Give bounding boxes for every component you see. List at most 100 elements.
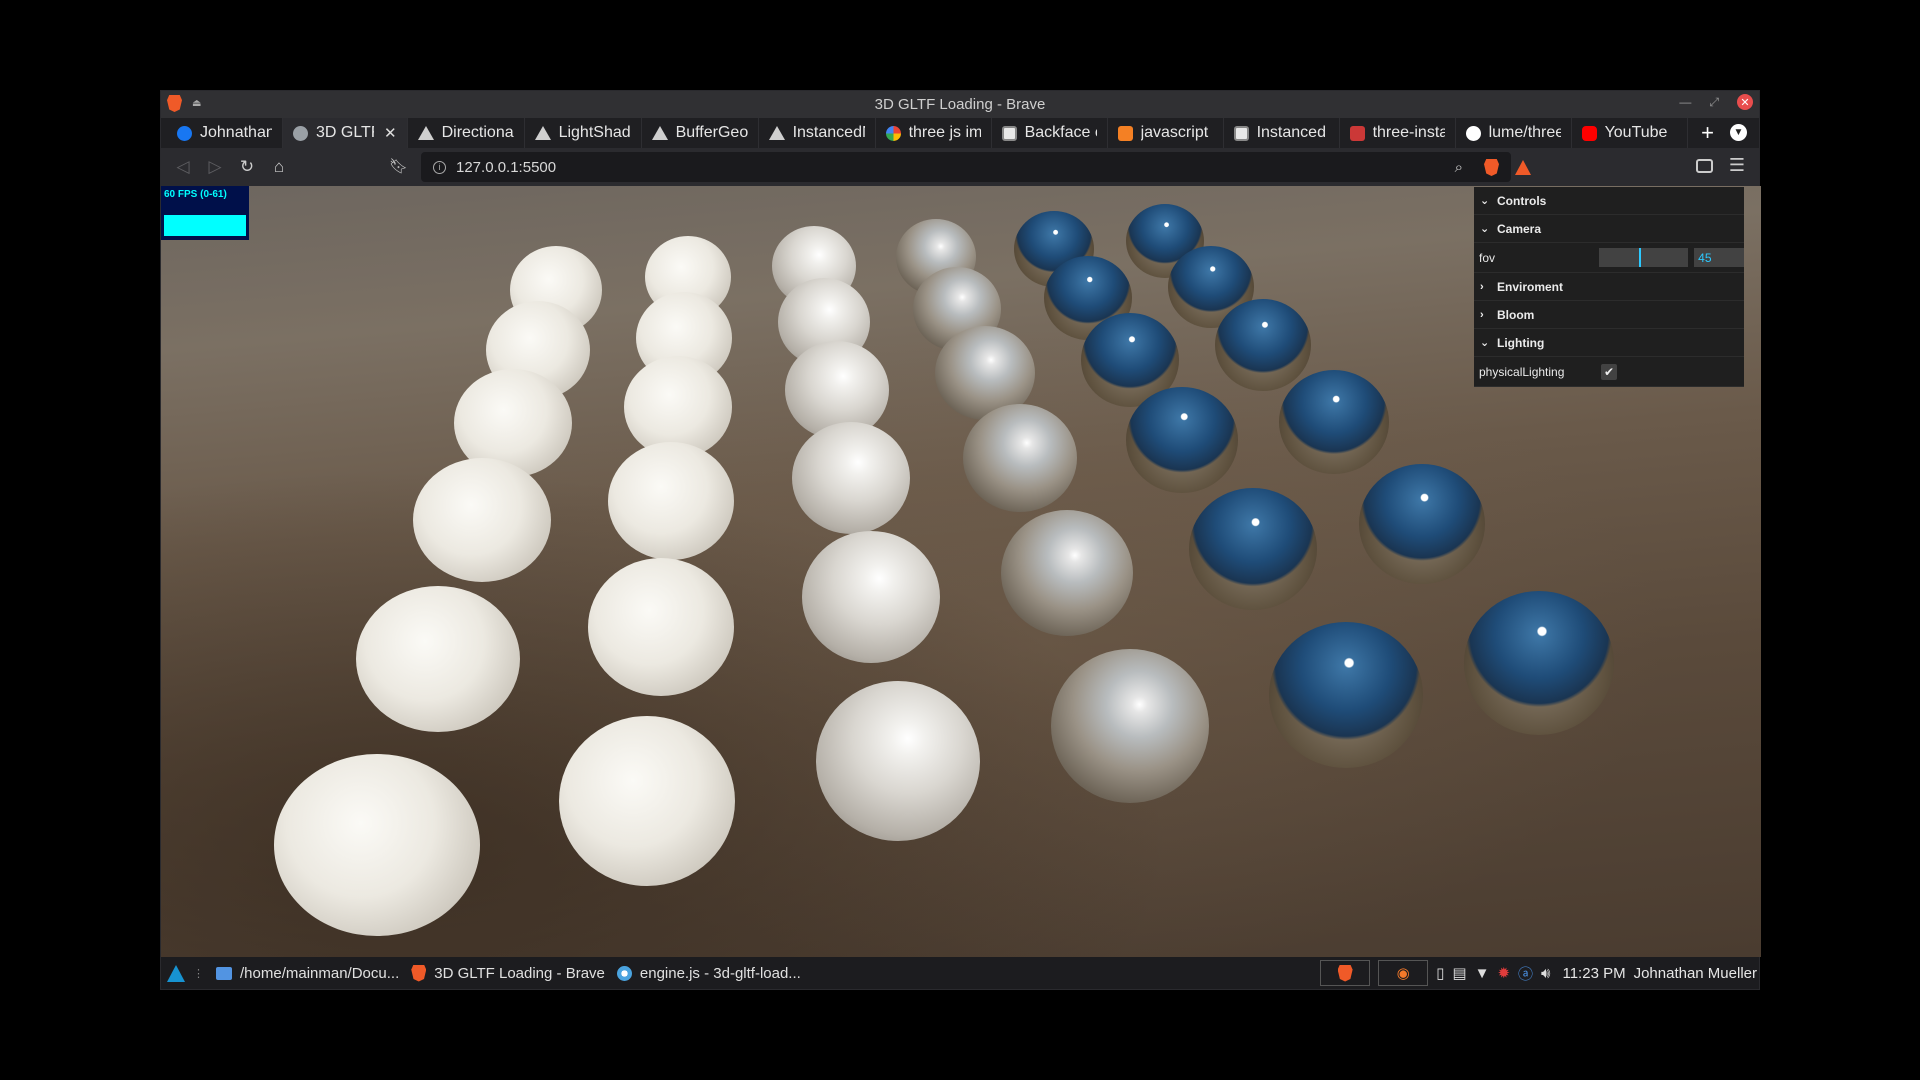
wallet-icon[interactable] bbox=[1696, 159, 1713, 173]
tab-label: InstancedN bbox=[792, 124, 865, 141]
updates-icon[interactable]: ⓐ bbox=[1518, 963, 1533, 984]
stackoverflow-icon bbox=[1117, 125, 1133, 141]
taskbar-item-files[interactable]: /home/mainman/Docu... bbox=[210, 957, 405, 989]
tab[interactable]: InstancedN bbox=[759, 118, 876, 148]
new-tab-button[interactable]: + bbox=[1688, 120, 1728, 146]
facebook-icon bbox=[177, 125, 192, 141]
user-name[interactable]: Johnathan Mueller bbox=[1634, 965, 1757, 982]
reload-button[interactable]: ↻ bbox=[231, 157, 263, 177]
globe-icon bbox=[293, 125, 308, 141]
tab[interactable]: javascript - bbox=[1108, 118, 1224, 148]
folder-label: Bloom bbox=[1497, 307, 1535, 322]
tab[interactable]: Johnathan bbox=[167, 118, 283, 148]
folder-camera[interactable]: ⌄ Camera bbox=[1474, 215, 1744, 243]
fps-graph bbox=[164, 215, 246, 236]
taskbar-item-brave[interactable]: 3D GLTF Loading - Brave bbox=[405, 957, 611, 989]
title-bar: ⏏ 3D GLTF Loading - Brave — ⤢ ✕ bbox=[161, 91, 1759, 118]
url-text[interactable]: 127.0.0.1:5500 bbox=[456, 159, 556, 176]
page-icon bbox=[1001, 125, 1017, 141]
brave-shields-icon[interactable] bbox=[1484, 159, 1499, 176]
folder-bloom[interactable]: › Bloom bbox=[1474, 301, 1744, 329]
tab-search-icon[interactable]: ▼ bbox=[1730, 124, 1747, 141]
sphere bbox=[816, 681, 980, 841]
zoom-icon[interactable]: ⌕ bbox=[1455, 159, 1463, 176]
youtube-icon bbox=[1581, 125, 1597, 141]
folder-label: Camera bbox=[1497, 221, 1542, 236]
chevron-right-icon: › bbox=[1480, 280, 1484, 293]
fov-number-input[interactable]: 45 bbox=[1694, 248, 1744, 267]
wifi-icon[interactable]: ▼ bbox=[1475, 965, 1490, 982]
physical-lighting-checkbox[interactable]: ✔ bbox=[1601, 363, 1617, 380]
folder-environment[interactable]: › Enviroment bbox=[1474, 273, 1744, 301]
folder-label: Controls bbox=[1497, 193, 1547, 208]
back-button[interactable]: ◁ bbox=[167, 157, 199, 177]
tab[interactable]: Backface cu bbox=[992, 118, 1108, 148]
brave-logo-icon bbox=[411, 964, 427, 982]
site-info-icon[interactable]: i bbox=[433, 160, 446, 174]
blender-icon: ◉ bbox=[1396, 965, 1410, 982]
folder-lighting[interactable]: ⌄ Lighting bbox=[1474, 329, 1744, 357]
tab[interactable]: Directional bbox=[408, 118, 525, 148]
sphere bbox=[1215, 299, 1311, 391]
forward-button[interactable]: ▷ bbox=[199, 157, 231, 177]
tab[interactable]: Instanced F bbox=[1224, 118, 1340, 148]
start-menu-button[interactable]: ⋮ bbox=[161, 957, 210, 989]
fov-slider-thumb[interactable] bbox=[1638, 248, 1641, 267]
bookmark-icon[interactable]: 🔖︎ bbox=[389, 157, 408, 175]
tab-label: three js imp bbox=[908, 124, 981, 141]
tab-label: three-insta bbox=[1372, 124, 1445, 141]
volume-icon[interactable]: 🔊︎ bbox=[1541, 965, 1550, 982]
fps-meter[interactable]: 60 FPS (0-61) bbox=[161, 186, 249, 240]
tab-active[interactable]: 3D GLTF ✕ bbox=[283, 118, 408, 148]
tab[interactable]: YouTube bbox=[1572, 118, 1688, 148]
system-tray: ◉ ▯ ▤ ▼ ✹ ⓐ 🔊︎ 11:23 PM Johnathan Muelle… bbox=[1320, 957, 1759, 989]
clock[interactable]: 11:23 PM bbox=[1562, 965, 1625, 982]
arch-logo-icon bbox=[167, 964, 185, 982]
brave-logo-icon bbox=[167, 95, 182, 112]
sphere bbox=[274, 754, 480, 936]
restore-button[interactable]: ⤢ bbox=[1709, 95, 1719, 110]
chevron-down-icon: ⌄ bbox=[1480, 195, 1490, 207]
sphere bbox=[1279, 370, 1389, 474]
tab[interactable]: three-insta bbox=[1340, 118, 1456, 148]
sphere bbox=[1464, 591, 1614, 735]
home-button[interactable]: ⌂ bbox=[263, 157, 295, 177]
taskbar: ⋮ /home/mainman/Docu... 3D GLTF Loading … bbox=[161, 957, 1759, 989]
physical-lighting-label: physicalLighting bbox=[1479, 364, 1565, 379]
browser-window: ⏏ 3D GLTF Loading - Brave — ⤢ ✕ Johnatha… bbox=[160, 90, 1761, 990]
minimize-button[interactable]: — bbox=[1679, 95, 1691, 109]
folder-controls[interactable]: ⌄ Controls bbox=[1474, 187, 1744, 215]
close-window-button[interactable]: ✕ bbox=[1737, 94, 1753, 110]
tray-blender[interactable]: ◉ bbox=[1378, 960, 1429, 986]
close-tab-icon[interactable]: ✕ bbox=[384, 124, 397, 142]
chevron-down-icon: ⌄ bbox=[1480, 223, 1490, 235]
taskbar-item-label: 3D GLTF Loading - Brave bbox=[434, 964, 605, 982]
tab[interactable]: three js imp bbox=[876, 118, 992, 148]
address-bar[interactable]: i 127.0.0.1:5500 ⌕ bbox=[421, 152, 1511, 182]
menu-icon[interactable]: ☰ bbox=[1729, 155, 1745, 176]
settings-gear-icon[interactable]: ✹ bbox=[1497, 964, 1510, 982]
taskbar-item-editor[interactable]: engine.js - 3d-gltf-load... bbox=[611, 957, 807, 989]
window-title: 3D GLTF Loading - Brave bbox=[874, 96, 1046, 113]
clipboard-icon[interactable]: ▤ bbox=[1452, 964, 1466, 982]
folder-label: Enviroment bbox=[1497, 279, 1564, 294]
threejs-icon bbox=[768, 126, 785, 140]
tray-brave[interactable] bbox=[1320, 960, 1371, 986]
sphere bbox=[802, 531, 940, 663]
fov-slider[interactable] bbox=[1598, 248, 1689, 267]
folder-label: Lighting bbox=[1497, 335, 1545, 350]
sphere bbox=[588, 558, 734, 696]
tab-label: Instanced F bbox=[1256, 124, 1329, 141]
page-icon bbox=[1233, 125, 1249, 141]
tab[interactable]: LightShado bbox=[525, 118, 642, 148]
eject-icon[interactable]: ⏏ bbox=[192, 98, 201, 109]
tab-label: Backface cu bbox=[1024, 124, 1097, 141]
tab-label: 3D GLTF bbox=[316, 124, 374, 141]
battery-icon[interactable]: ▯ bbox=[1436, 964, 1444, 982]
google-icon bbox=[885, 125, 901, 141]
tab[interactable]: lume/three bbox=[1456, 118, 1572, 148]
chevron-right-icon: › bbox=[1480, 308, 1484, 321]
sphere bbox=[1189, 488, 1317, 610]
brave-rewards-icon[interactable] bbox=[1515, 160, 1531, 175]
tab[interactable]: BufferGeor bbox=[642, 118, 759, 148]
